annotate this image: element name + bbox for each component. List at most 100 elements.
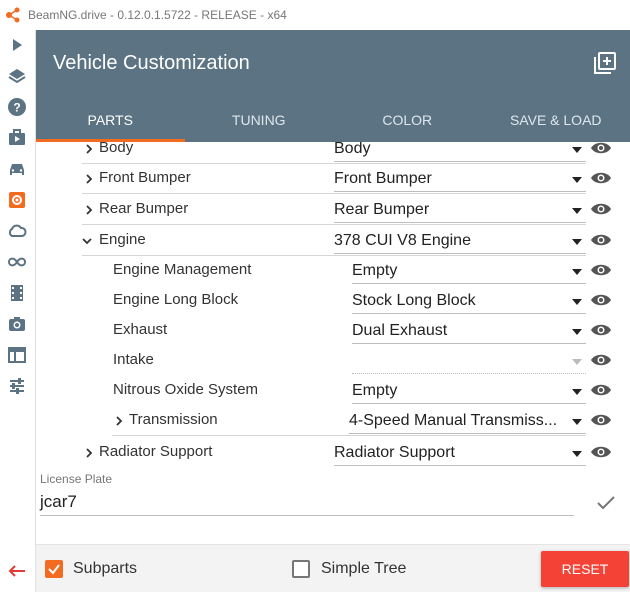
part-select[interactable]: Front Bumper [334,166,586,192]
svg-text:?: ? [13,101,20,115]
part-label: Engine Management [113,261,252,278]
license-plate-input[interactable]: jcar7 [40,488,574,516]
dropdown-caret-icon [572,329,582,335]
part-row-intake: Intake [36,346,630,376]
dropdown-caret-icon [572,147,582,153]
beamng-logo-icon [4,6,22,24]
dropdown-caret-icon [572,208,582,214]
chevron-right-icon[interactable] [84,448,94,458]
layers-icon[interactable] [6,65,28,87]
film-icon[interactable] [6,282,28,304]
visibility-eye-icon[interactable] [590,232,612,248]
part-select[interactable]: Empty [352,378,586,404]
row-divider [112,435,586,436]
subparts-label: Subparts [73,560,138,577]
part-label: Transmission [129,411,218,428]
visibility-eye-icon[interactable] [590,142,612,156]
part-label: Body [99,142,134,156]
simple-tree-checkbox[interactable] [292,560,310,578]
visibility-eye-icon[interactable] [590,262,612,278]
camera-icon[interactable] [6,313,28,335]
part-select[interactable]: Rear Bumper [334,197,586,223]
check-icon[interactable] [596,495,616,511]
dropdown-caret-icon [572,451,582,457]
visibility-eye-icon[interactable] [590,412,612,428]
chevron-right-icon[interactable] [84,205,94,215]
part-select[interactable]: 4-Speed Manual Transmiss... [349,408,586,434]
vehicle-icon[interactable] [6,158,28,180]
part-label: Rear Bumper [99,200,189,217]
window-titlebar: BeamNG.drive - 0.12.0.1.5722 - RELEASE -… [0,0,630,30]
dropdown-caret-icon [572,359,582,365]
dropdown-caret-icon [572,269,582,275]
tab-color[interactable]: COLOR [333,98,482,142]
part-select[interactable]: Radiator Support [334,440,586,466]
visibility-eye-icon[interactable] [590,201,612,217]
row-divider [82,193,586,194]
add-config-icon[interactable] [594,52,616,74]
part-select[interactable] [352,348,586,374]
dropdown-caret-icon [572,419,582,425]
part-select[interactable]: Stock Long Block [352,288,586,314]
part-select[interactable]: Empty [352,258,586,284]
layout-icon[interactable] [6,344,28,366]
part-select[interactable]: Body [334,142,586,162]
visibility-eye-icon[interactable] [590,382,612,398]
panel-footer: Subparts Simple Tree RESET [36,544,630,592]
dropdown-caret-icon [572,389,582,395]
dropdown-caret-icon [572,239,582,245]
part-row-exhaust: Exhaust Dual Exhaust [36,316,630,346]
part-row-engine-long-block: Engine Long Block Stock Long Block [36,286,630,316]
subparts-checkbox[interactable] [45,560,63,578]
part-select[interactable]: 378 CUI V8 Engine [334,228,586,254]
chevron-right-icon[interactable] [84,144,94,154]
tab-tuning[interactable]: TUNING [185,98,334,142]
chevron-right-icon[interactable] [84,174,94,184]
help-icon[interactable]: ? [6,96,28,118]
parts-tree: Body Body Front Bumper Front Bumper Rear… [36,142,630,472]
page-title: Vehicle Customization [53,52,250,74]
back-arrow-icon[interactable] [6,560,28,582]
panel-header: Vehicle Customization PARTS TUNING COLOR… [36,30,630,142]
part-label: Engine Long Block [113,291,239,308]
part-label: Exhaust [113,321,168,338]
part-label: Front Bumper [99,169,191,186]
part-row-body: Body Body [36,142,630,164]
part-row-engine-management: Engine Management Empty [36,256,630,286]
chevron-down-icon[interactable] [82,236,92,246]
part-row-front-bumper: Front Bumper Front Bumper [36,164,630,194]
simple-tree-label: Simple Tree [321,560,407,577]
checkmark-icon [48,564,60,575]
visibility-eye-icon[interactable] [590,444,612,460]
sliders-icon[interactable] [6,375,28,397]
part-row-engine: Engine 378 CUI V8 Engine [36,226,630,256]
visibility-eye-icon[interactable] [590,292,612,308]
play-icon[interactable] [6,34,28,56]
part-label: Nitrous Oxide System [113,381,259,398]
tab-bar: PARTS TUNING COLOR SAVE & LOAD [36,98,630,142]
license-plate-label: License Plate [40,472,113,486]
part-row-radiator-support: Radiator Support Radiator Support [36,438,630,468]
part-row-rear-bumper: Rear Bumper Rear Bumper [36,195,630,225]
visibility-eye-icon[interactable] [590,322,612,338]
tab-parts[interactable]: PARTS [36,98,185,142]
part-row-transmission: Transmission 4-Speed Manual Transmiss... [36,406,630,436]
reset-button[interactable]: RESET [541,551,629,587]
vehicle-customization-panel: Vehicle Customization PARTS TUNING COLOR… [36,30,630,592]
chevron-right-icon[interactable] [114,416,124,426]
dropdown-caret-icon [572,177,582,183]
infinity-icon[interactable] [6,251,28,273]
vehicle-config-icon[interactable] [6,189,28,211]
visibility-eye-icon[interactable] [590,170,612,186]
row-divider [82,224,586,225]
career-icon[interactable] [6,127,28,149]
tab-save-load[interactable]: SAVE & LOAD [482,98,630,142]
part-label: Radiator Support [99,443,213,460]
visibility-eye-icon[interactable] [590,352,612,368]
cloud-icon[interactable] [6,220,28,242]
part-select[interactable]: Dual Exhaust [352,318,586,344]
window-title: BeamNG.drive - 0.12.0.1.5722 - RELEASE -… [28,8,287,22]
part-row-nitrous-oxide-system: Nitrous Oxide System Empty [36,376,630,406]
part-label: Engine [99,231,146,248]
dropdown-caret-icon [572,299,582,305]
